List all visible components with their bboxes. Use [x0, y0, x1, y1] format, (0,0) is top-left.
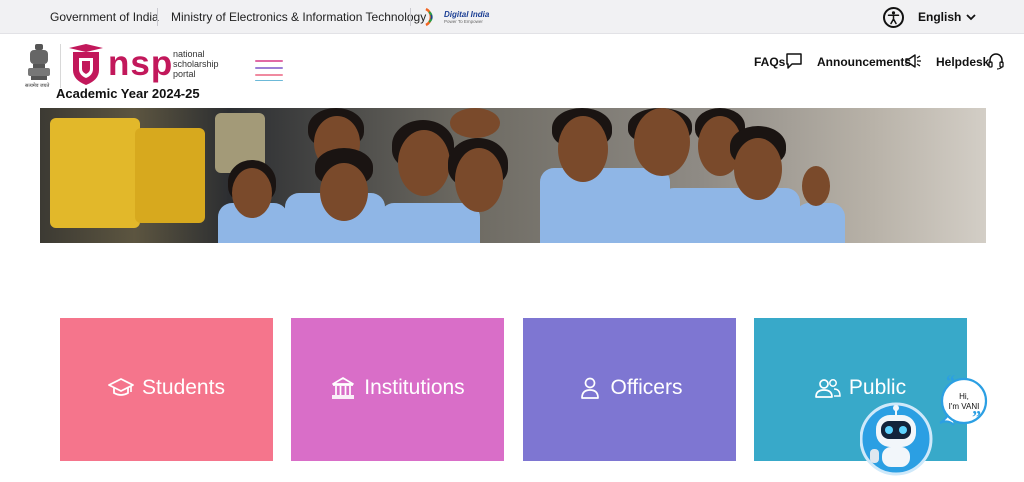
header-divider [60, 44, 61, 88]
institutions-card-content: Institutions [291, 376, 504, 402]
ministry-link[interactable]: Ministry of Electronics & Information Te… [171, 10, 426, 24]
banner-child [320, 163, 368, 221]
hero-banner-image [40, 108, 986, 243]
institution-icon [332, 377, 355, 399]
top-bar: Government of India Ministry of Electron… [0, 0, 1024, 34]
user-icon [580, 377, 599, 399]
banner-child [734, 138, 782, 200]
officers-card[interactable]: Officers [523, 318, 736, 461]
students-card-content: Students [60, 376, 273, 402]
faqs-link[interactable]: FAQs [754, 55, 785, 69]
banner-child [802, 166, 830, 206]
students-card[interactable]: Students [60, 318, 273, 461]
banner-child [455, 148, 503, 212]
banner-child [450, 108, 500, 138]
chevron-down-icon[interactable] [966, 12, 976, 22]
announcements-link[interactable]: Announcements [817, 55, 911, 69]
institutions-card[interactable]: Institutions [291, 318, 504, 461]
banner-child [232, 168, 272, 218]
quote-mark-open: “ [946, 375, 955, 391]
banner-child [558, 116, 608, 182]
logo-tag-line: portal [173, 69, 196, 79]
nsp-logo-tagline: national scholarship portal [173, 49, 219, 79]
chat-icon[interactable] [785, 52, 803, 70]
digital-india-icon [425, 7, 433, 27]
site-header: सत्यमेव जयते NSP national scholarship po… [0, 34, 1024, 106]
vani-chatbot-widget[interactable]: “ ” Hi, I'm VANI [860, 375, 990, 480]
headset-icon[interactable] [987, 52, 1005, 70]
digital-india-text: Digital India [444, 10, 490, 19]
logo-tag-line: scholarship [173, 59, 219, 69]
officers-card-content: Officers [523, 376, 736, 402]
users-icon [815, 379, 841, 398]
language-selector[interactable]: English [918, 10, 961, 24]
banner-autorickshaw [135, 128, 205, 223]
banner-autorickshaw [50, 118, 140, 228]
accessibility-icon[interactable] [883, 7, 904, 28]
institutions-card-label: Institutions [364, 376, 465, 399]
chatbot-greeting: Hi, [959, 392, 969, 401]
top-bar-divider [410, 8, 411, 26]
banner-child [660, 188, 800, 243]
officers-card-label: Officers [610, 376, 683, 399]
banner-child [540, 168, 670, 243]
banner-child [634, 108, 690, 176]
top-bar-divider [157, 8, 158, 26]
graduation-cap-icon [108, 378, 134, 396]
chatbot-name: I'm VANI [949, 402, 980, 411]
banner-child [795, 203, 845, 243]
menu-hamburger-icon[interactable] [255, 60, 283, 82]
digital-india-logo[interactable]: Digital India Power To Empower [422, 7, 492, 29]
banner-child [380, 203, 480, 243]
helpdesk-link[interactable]: Helpdesk [936, 55, 989, 69]
banner-child [398, 130, 450, 196]
students-card-label: Students [142, 376, 225, 399]
logo-tag-line: national [173, 49, 205, 59]
government-of-india-link[interactable]: Government of India [50, 10, 159, 24]
academic-year: Academic Year 2024-25 [56, 86, 200, 101]
emblem-caption: सत्यमेव जयते [25, 83, 50, 89]
nsp-shield-icon[interactable] [67, 44, 105, 86]
megaphone-icon[interactable] [904, 52, 922, 70]
nsp-logo-text[interactable]: NSP [108, 44, 173, 84]
national-emblem-icon [28, 44, 50, 80]
digital-india-tagline: Power To Empower [444, 19, 483, 24]
